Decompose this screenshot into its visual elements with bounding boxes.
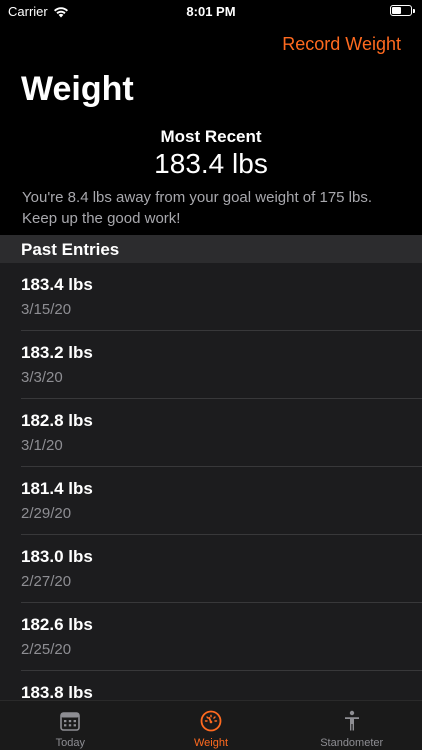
record-weight-button[interactable]: Record Weight: [282, 34, 401, 55]
tab-today[interactable]: Today: [0, 701, 141, 750]
page-title: Weight: [21, 70, 134, 108]
tab-today-label: Today: [55, 737, 86, 749]
scale-gauge-icon: [200, 710, 222, 732]
entry-weight: 181.4 lbs: [21, 479, 93, 498]
entries-list[interactable]: 183.4 lbs 3/15/20 183.2 lbs 3/3/20 182.8…: [0, 263, 422, 703]
entry-date: 3/15/20: [21, 301, 72, 318]
battery-icon: [390, 5, 415, 16]
tab-standometer-label: Standometer: [320, 737, 384, 749]
list-item[interactable]: 181.4 lbs 2/29/20: [0, 467, 422, 535]
entry-weight: 183.2 lbs: [21, 343, 93, 362]
past-entries-header: Past Entries: [0, 235, 422, 263]
entry-weight: 182.8 lbs: [21, 411, 93, 430]
list-item[interactable]: 183.0 lbs 2/27/20: [0, 535, 422, 603]
tab-weight-label: Weight: [193, 737, 229, 749]
entry-date: 3/3/20: [21, 369, 63, 386]
entry-date: 2/25/20: [21, 641, 72, 658]
calendar-icon: [60, 712, 81, 731]
tab-bar: Today Weight Standometer: [0, 700, 422, 750]
list-item[interactable]: 182.6 lbs 2/25/20: [0, 603, 422, 671]
list-item[interactable]: 183.2 lbs 3/3/20: [0, 331, 422, 399]
entry-date: 2/29/20: [21, 505, 72, 522]
tab-standometer[interactable]: Standometer: [281, 701, 422, 750]
standing-person-icon: [344, 710, 359, 731]
goal-message: You're 8.4 lbs away from your goal weigh…: [22, 189, 373, 227]
entry-weight: 182.6 lbs: [21, 615, 93, 634]
entry-date: 2/27/20: [21, 573, 72, 590]
entry-date: 3/1/20: [21, 437, 63, 454]
past-entries-title: Past Entries: [21, 240, 120, 259]
list-item[interactable]: 183.8 lbs: [0, 671, 422, 703]
most-recent-label: Most Recent: [160, 127, 262, 146]
entry-weight: 183.4 lbs: [21, 275, 93, 294]
entry-weight: 183.0 lbs: [21, 547, 93, 566]
status-bar: Carrier 8:01 PM: [0, 0, 422, 24]
most-recent-value: 183.4 lbs: [154, 148, 268, 179]
list-item[interactable]: 182.8 lbs 3/1/20: [0, 399, 422, 467]
tab-weight[interactable]: Weight: [141, 701, 282, 750]
list-item[interactable]: 183.4 lbs 3/15/20: [0, 263, 422, 331]
status-time: 8:01 PM: [186, 4, 236, 19]
